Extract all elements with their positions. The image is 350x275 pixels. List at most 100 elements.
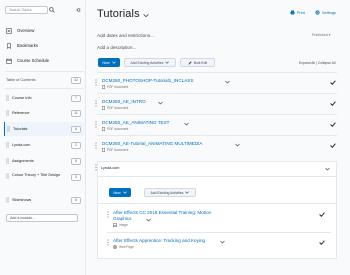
chevron-down-icon[interactable]	[143, 13, 149, 18]
nav-bookmarks[interactable]: Bookmarks	[6, 41, 84, 50]
new-button[interactable]: New	[109, 188, 131, 197]
settings-button[interactable]: Settings	[315, 10, 336, 15]
drag-handle-icon[interactable]	[95, 79, 97, 86]
chevron-down-icon[interactable]	[235, 143, 240, 147]
drag-handle-icon[interactable]	[6, 173, 9, 179]
print-label: Print	[297, 10, 305, 15]
print-button[interactable]: Print	[290, 10, 305, 15]
sidebar: Search Topics Overview Bookmarks Course …	[0, 0, 86, 275]
checkmark-icon[interactable]	[330, 80, 336, 85]
drag-handle-icon[interactable]	[107, 211, 109, 218]
checkmark-icon[interactable]	[330, 122, 336, 127]
chevron-down-icon[interactable]	[325, 167, 330, 171]
nav-overview[interactable]: Overview	[6, 26, 84, 35]
drag-handle-icon[interactable]	[95, 164, 97, 171]
topic-type: PDF document	[102, 106, 128, 110]
module-label: Lynda.com	[12, 143, 31, 147]
topic-type-label: Web Page	[119, 245, 134, 249]
printer-icon	[290, 10, 295, 15]
nav-overview-label: Overview	[17, 28, 35, 33]
topic-type-label: PDF document	[107, 148, 129, 152]
add-description-link[interactable]: Add a description...	[97, 45, 136, 50]
topic-type: PDF document	[102, 85, 128, 89]
topic-link[interactable]: DCM260_PHOTOSHOP-Tutorial1_INCLASS	[102, 78, 193, 83]
module-count-badge: 11	[71, 110, 81, 117]
topic-type: Web Page	[113, 245, 134, 249]
sidebar-divider	[5, 88, 84, 89]
module-count-badge: 6	[71, 197, 81, 204]
page-title: Tutorials	[97, 8, 140, 20]
gear-icon	[315, 10, 320, 15]
search-icon[interactable]	[49, 7, 55, 13]
divider	[97, 114, 337, 115]
drag-handle-icon[interactable]	[95, 100, 97, 107]
new-label: New	[102, 60, 110, 65]
search-input[interactable]: Search Topics	[5, 6, 48, 14]
chevron-down-icon[interactable]	[146, 218, 151, 222]
toc-title: Table of Contents	[6, 78, 36, 82]
topic-link[interactable]: DCM260_AE-Tutorial_ANIMATING MULTIMEDIA	[102, 141, 203, 146]
drag-handle-icon[interactable]	[6, 110, 9, 116]
nav-bookmarks-label: Bookmarks	[17, 43, 38, 48]
calendar-icon	[6, 58, 12, 64]
divider	[98, 203, 336, 204]
pdf-icon	[102, 85, 105, 89]
checkmark-icon[interactable]	[330, 143, 336, 148]
checkmark-icon[interactable]	[319, 240, 325, 245]
settings-label: Settings	[322, 10, 336, 15]
drag-handle-icon[interactable]	[6, 197, 9, 203]
add-existing-activities-button[interactable]: Add Existing Activities	[124, 58, 176, 67]
nav-course-schedule[interactable]: Course Schedule	[6, 56, 84, 65]
add-dates-link[interactable]: Add dates and restrictions...	[97, 33, 154, 38]
bookmark-icon	[7, 42, 11, 49]
chevron-down-icon[interactable]	[184, 122, 189, 126]
module-count-badge: 7	[71, 95, 81, 102]
expand-collapse-links[interactable]: Expand All | Collapse All	[299, 61, 336, 65]
drag-handle-icon[interactable]	[7, 126, 10, 132]
new-label: New	[113, 190, 121, 195]
topic-type: PDF document	[102, 127, 128, 131]
new-button[interactable]: New	[98, 58, 120, 67]
drag-handle-icon[interactable]	[6, 158, 9, 164]
chevron-down-icon[interactable]	[158, 101, 163, 105]
topic-type-label: Image	[119, 223, 128, 227]
drag-handle-icon[interactable]	[6, 95, 9, 101]
chevron-down-icon	[111, 61, 116, 64]
topic-link-continued[interactable]: Graphics	[113, 216, 131, 221]
divider	[97, 72, 337, 73]
bulk-edit-button[interactable]: Bulk Edit	[180, 58, 215, 67]
checkmark-icon[interactable]	[319, 212, 325, 217]
chevron-down-icon	[165, 61, 170, 64]
divider	[97, 93, 337, 94]
collapse-sidebar-icon[interactable]	[75, 7, 81, 13]
topic-type: PDF document	[102, 148, 128, 152]
chevron-down-icon[interactable]	[220, 240, 225, 244]
drag-handle-icon[interactable]	[107, 239, 109, 246]
drag-handle-icon[interactable]	[95, 142, 97, 149]
topic-type-label: PDF document	[107, 127, 129, 131]
sidebar-divider	[5, 71, 84, 72]
module-label: Assignments	[12, 159, 34, 163]
drag-handle-icon[interactable]	[95, 121, 97, 128]
module-label: Colour Theory + Title Design	[12, 173, 61, 177]
topic-link[interactable]: After Effects CC 2018 Essential Training…	[113, 210, 211, 215]
module-label: Slideshows	[12, 198, 32, 202]
overview-icon	[6, 27, 12, 34]
submodule-title[interactable]: Lynda.com	[101, 166, 119, 170]
add-existing-label: Add Existing Activities	[150, 190, 184, 195]
module-count-badge: 5	[71, 158, 81, 165]
topic-link[interactable]: After Effects Apprentice: Tracking and K…	[113, 238, 205, 243]
pdf-icon	[102, 127, 105, 131]
drag-handle-icon[interactable]	[6, 142, 9, 148]
published-dropdown[interactable]: Published ▾	[312, 33, 331, 37]
topic-link[interactable]: DCM260_AE_INTRO	[102, 99, 146, 104]
checkmark-icon[interactable]	[330, 101, 336, 106]
chevron-down-icon	[185, 191, 190, 194]
globe-icon	[113, 245, 117, 249]
add-existing-activities-button[interactable]: Add Existing Activities	[144, 188, 196, 197]
module-count-badge: 2	[71, 142, 81, 149]
topic-link[interactable]: DCM260_AE_ANIMATING TEXT	[102, 120, 169, 125]
add-module-input[interactable]: Add a module...	[6, 214, 78, 222]
chevron-down-icon[interactable]	[225, 80, 230, 84]
topic-type: Image	[113, 223, 128, 227]
